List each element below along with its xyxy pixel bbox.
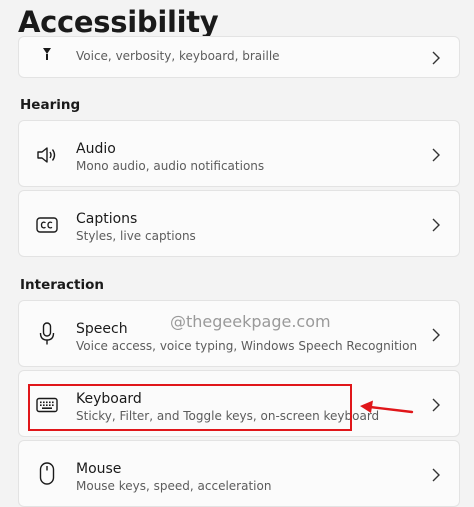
narrator-icon bbox=[35, 43, 59, 67]
mouse-icon bbox=[35, 462, 59, 486]
chevron-right-icon bbox=[432, 51, 440, 65]
chevron-right-icon bbox=[432, 148, 440, 162]
chevron-right-icon bbox=[432, 398, 440, 412]
watermark: @thegeekpage.com bbox=[170, 312, 331, 331]
speech-title: Speech bbox=[76, 321, 128, 337]
narrator-card[interactable]: Voice, verbosity, keyboard, braille bbox=[18, 36, 460, 78]
arrow-left-icon bbox=[360, 400, 414, 414]
speech-card[interactable]: Speech Voice access, voice typing, Windo… bbox=[18, 300, 460, 367]
microphone-icon bbox=[35, 322, 59, 346]
chevron-right-icon bbox=[432, 218, 440, 232]
speaker-icon bbox=[35, 143, 59, 167]
captions-title: Captions bbox=[76, 211, 138, 227]
audio-card[interactable]: Audio Mono audio, audio notifications bbox=[18, 120, 460, 187]
mouse-description: Mouse keys, speed, acceleration bbox=[76, 479, 272, 493]
audio-description: Mono audio, audio notifications bbox=[76, 159, 265, 173]
mouse-card[interactable]: Mouse Mouse keys, speed, acceleration bbox=[18, 440, 460, 507]
audio-title: Audio bbox=[76, 141, 116, 157]
section-interaction: Interaction bbox=[20, 277, 104, 293]
chevron-right-icon bbox=[432, 328, 440, 342]
mouse-title: Mouse bbox=[76, 461, 122, 477]
section-hearing: Hearing bbox=[20, 97, 81, 113]
narrator-description: Voice, verbosity, keyboard, braille bbox=[76, 49, 280, 63]
captions-description: Styles, live captions bbox=[76, 229, 196, 243]
chevron-right-icon bbox=[432, 468, 440, 482]
highlight-box bbox=[28, 384, 352, 431]
captions-card[interactable]: Captions Styles, live captions bbox=[18, 190, 460, 257]
speech-description: Voice access, voice typing, Windows Spee… bbox=[76, 339, 418, 353]
closed-captions-icon bbox=[35, 213, 59, 237]
